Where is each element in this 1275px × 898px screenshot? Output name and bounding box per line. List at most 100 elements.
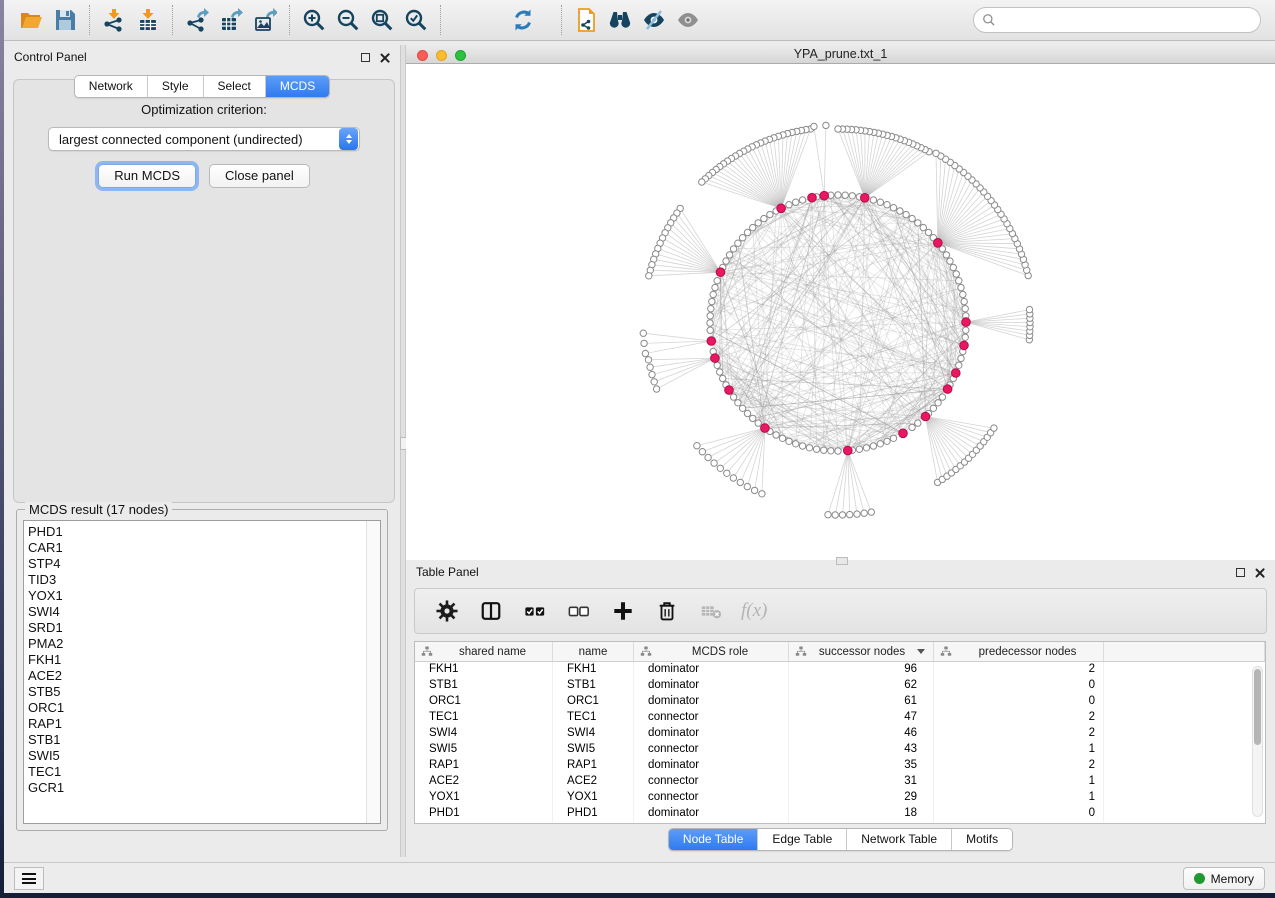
table-row[interactable]: ORC1ORC1dominator610 <box>415 694 1265 710</box>
mcds-result-list[interactable]: PHD1CAR1STP4TID3YOX1SWI4SRD1PMA2FKH1ACE2… <box>23 520 381 824</box>
mcds-result-item[interactable]: RAP1 <box>28 716 380 732</box>
close-panel-icon[interactable] <box>379 52 390 63</box>
table-row[interactable]: TEC1TEC1connector472 <box>415 710 1265 726</box>
table-row[interactable]: STB1STB1dominator620 <box>415 678 1265 694</box>
tab-motifs[interactable]: Motifs <box>951 829 1012 850</box>
close-table-panel-icon[interactable] <box>1254 567 1265 578</box>
delete-icon <box>656 600 678 622</box>
table-row[interactable]: RAP1RAP1dominator352 <box>415 758 1265 774</box>
toolbar-separator <box>440 5 441 35</box>
column-header-successor-nodes[interactable]: successor nodes <box>789 642 934 661</box>
control-panel-titlebar: Control Panel <box>4 45 400 69</box>
mcds-result-item[interactable]: STP4 <box>28 556 380 572</box>
mcds-result-item[interactable]: ACE2 <box>28 668 380 684</box>
float-table-panel-icon[interactable] <box>1236 568 1245 577</box>
gear-button[interactable] <box>433 597 461 625</box>
export-image-button[interactable] <box>250 5 280 35</box>
export-network-button[interactable] <box>182 5 212 35</box>
mcds-result-item[interactable]: PHD1 <box>28 524 380 540</box>
function-builder-button[interactable]: f(x) <box>741 600 767 622</box>
mcds-result-item[interactable]: FKH1 <box>28 652 380 668</box>
zoom-selected-button[interactable] <box>401 5 431 35</box>
search-input[interactable] <box>973 7 1261 33</box>
control-panel: Control Panel NetworkStyleSelectMCDS Opt… <box>4 45 400 857</box>
import-network-button[interactable] <box>99 5 129 35</box>
table-row[interactable]: ACE2ACE2connector311 <box>415 774 1265 790</box>
add-button[interactable] <box>609 597 637 625</box>
close-panel-button[interactable]: Close panel <box>209 164 310 188</box>
mcds-result-item[interactable]: GCR1 <box>28 780 380 796</box>
mcds-result-item[interactable]: SWI4 <box>28 604 380 620</box>
table-row[interactable]: YOX1YOX1connector291 <box>415 790 1265 806</box>
table-row[interactable]: SWI4SWI4dominator462 <box>415 726 1265 742</box>
tab-select[interactable]: Select <box>203 76 265 97</box>
mcds-result-item[interactable]: CAR1 <box>28 540 380 556</box>
horizontal-splitter-handle[interactable] <box>836 557 848 565</box>
network-graph[interactable] <box>406 64 1275 560</box>
clone-network-button[interactable] <box>571 5 601 35</box>
mcds-result-item[interactable]: STB5 <box>28 684 380 700</box>
clone-network-icon <box>574 8 598 32</box>
float-panel-icon[interactable] <box>361 53 370 62</box>
network-canvas[interactable] <box>406 64 1275 560</box>
tab-network-table[interactable]: Network Table <box>846 829 951 850</box>
table-row[interactable]: PHD1PHD1dominator180 <box>415 806 1265 822</box>
status-bar: Memory <box>4 862 1275 893</box>
show-all-button[interactable] <box>673 5 703 35</box>
table-header-row: shared namenameMCDS rolesuccessor nodesp… <box>415 642 1265 662</box>
control-panel-tabs: NetworkStyleSelectMCDS <box>4 75 400 98</box>
zoom-fit-icon <box>370 8 394 32</box>
network-window-titlebar[interactable]: YPA_prune.txt_1 <box>406 45 1275 64</box>
mcds-result-item[interactable]: SRD1 <box>28 620 380 636</box>
tab-mcds[interactable]: MCDS <box>265 76 329 97</box>
delete-table-icon <box>700 600 722 622</box>
zoom-out-button[interactable] <box>333 5 363 35</box>
tab-network[interactable]: Network <box>75 76 147 97</box>
mcds-result-item[interactable]: YOX1 <box>28 588 380 604</box>
select-all-icon <box>524 600 546 622</box>
refresh-button[interactable] <box>508 5 538 35</box>
optimization-label: Optimization criterion: <box>14 102 394 117</box>
mcds-result-item[interactable]: ORC1 <box>28 700 380 716</box>
run-mcds-button[interactable]: Run MCDS <box>98 164 196 188</box>
zoom-in-button[interactable] <box>299 5 329 35</box>
toolbar-separator <box>289 5 290 35</box>
column-header-MCDS-role[interactable]: MCDS role <box>634 642 789 661</box>
columns-button[interactable] <box>477 597 505 625</box>
table-row[interactable]: FKH1FKH1dominator962 <box>415 662 1265 678</box>
tab-style[interactable]: Style <box>147 76 203 97</box>
import-table-button[interactable] <box>133 5 163 35</box>
find-button[interactable] <box>605 5 635 35</box>
mcds-result-item[interactable]: TEC1 <box>28 764 380 780</box>
mcds-result-item[interactable]: TID3 <box>28 572 380 588</box>
task-history-button[interactable] <box>14 867 44 890</box>
table-body: FKH1FKH1dominator962STB1STB1dominator620… <box>415 662 1265 823</box>
result-list-scrollbar[interactable] <box>366 521 380 823</box>
zoom-out-icon <box>336 8 360 32</box>
select-all-button[interactable] <box>521 597 549 625</box>
deselect-all-button[interactable] <box>565 597 593 625</box>
table-row[interactable]: SWI5SWI5connector431 <box>415 742 1265 758</box>
tab-node-table[interactable]: Node Table <box>669 829 758 850</box>
mcds-result-item[interactable]: STB1 <box>28 732 380 748</box>
column-header-predecessor-nodes[interactable]: predecessor nodes <box>934 642 1104 661</box>
zoom-fit-button[interactable] <box>367 5 397 35</box>
memory-button[interactable]: Memory <box>1183 867 1265 890</box>
optimization-dropdown[interactable]: largest connected component (undirected) <box>48 127 360 151</box>
column-header-shared-name[interactable]: shared name <box>415 642 553 661</box>
mcds-result-item[interactable]: PMA2 <box>28 636 380 652</box>
open-session-button[interactable] <box>16 5 46 35</box>
mcds-result-item[interactable]: SWI5 <box>28 748 380 764</box>
table-scrollbar-thumb[interactable] <box>1254 669 1261 745</box>
column-header-name[interactable]: name <box>553 642 634 661</box>
toolbar-separator <box>89 5 90 35</box>
hide-selected-button[interactable] <box>639 5 669 35</box>
tab-edge-table[interactable]: Edge Table <box>757 829 846 850</box>
search-field-wrap <box>973 7 1261 33</box>
export-table-button[interactable] <box>216 5 246 35</box>
delete-table-button[interactable] <box>697 597 725 625</box>
application-window: Control Panel NetworkStyleSelectMCDS Opt… <box>4 0 1275 893</box>
save-session-button[interactable] <box>50 5 80 35</box>
table-scrollbar[interactable] <box>1252 666 1263 817</box>
delete-button[interactable] <box>653 597 681 625</box>
